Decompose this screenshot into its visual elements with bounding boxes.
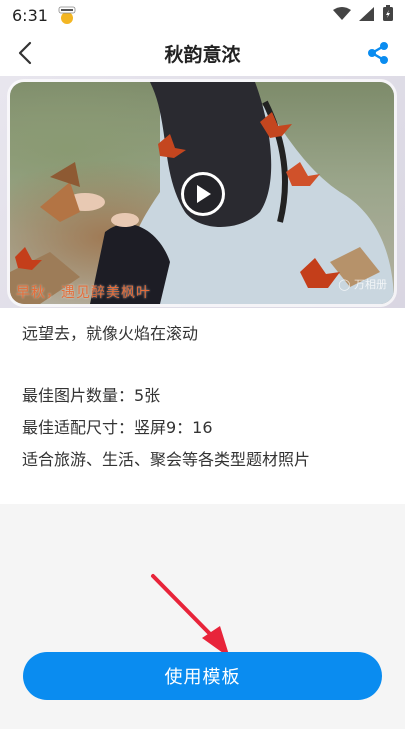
share-icon [368,42,388,64]
video-preview[interactable]: 早秋，遇见醉美枫叶 ◯ 万相册 [0,76,405,308]
annotation-arrow-icon [151,574,230,658]
best-photo-count: 最佳图片数量：5张 [22,386,161,405]
back-button[interactable] [10,38,40,68]
back-arrow-icon [18,41,32,65]
template-description: 远望去，就像火焰在滚动 最佳图片数量：5张 最佳适配尺寸：竖屏9：16 适合旅游… [0,308,405,504]
video-caption: 早秋，遇见醉美枫叶 [16,285,151,301]
signal-icon [359,6,375,25]
status-time: 6:31 [12,5,48,25]
status-icons [333,5,393,25]
share-button[interactable] [363,38,393,68]
play-icon [197,185,211,203]
app-header: 秋韵意浓 [0,30,405,76]
description-tagline: 远望去，就像火焰在滚动 [22,324,199,343]
play-button[interactable] [181,172,225,216]
page-title: 秋韵意浓 [164,43,241,66]
status-bar: 6:31 [0,0,405,30]
suitable-themes: 适合旅游、生活、聚会等各类型题材照片 [22,450,311,469]
wifi-icon [333,6,351,25]
use-template-button[interactable]: 使用模板 [23,652,382,700]
video-watermark: ◯ 万相册 [338,278,387,291]
weather-icon [56,5,76,25]
battery-icon [383,5,393,25]
best-aspect-size: 最佳适配尺寸：竖屏9：16 [22,418,213,437]
